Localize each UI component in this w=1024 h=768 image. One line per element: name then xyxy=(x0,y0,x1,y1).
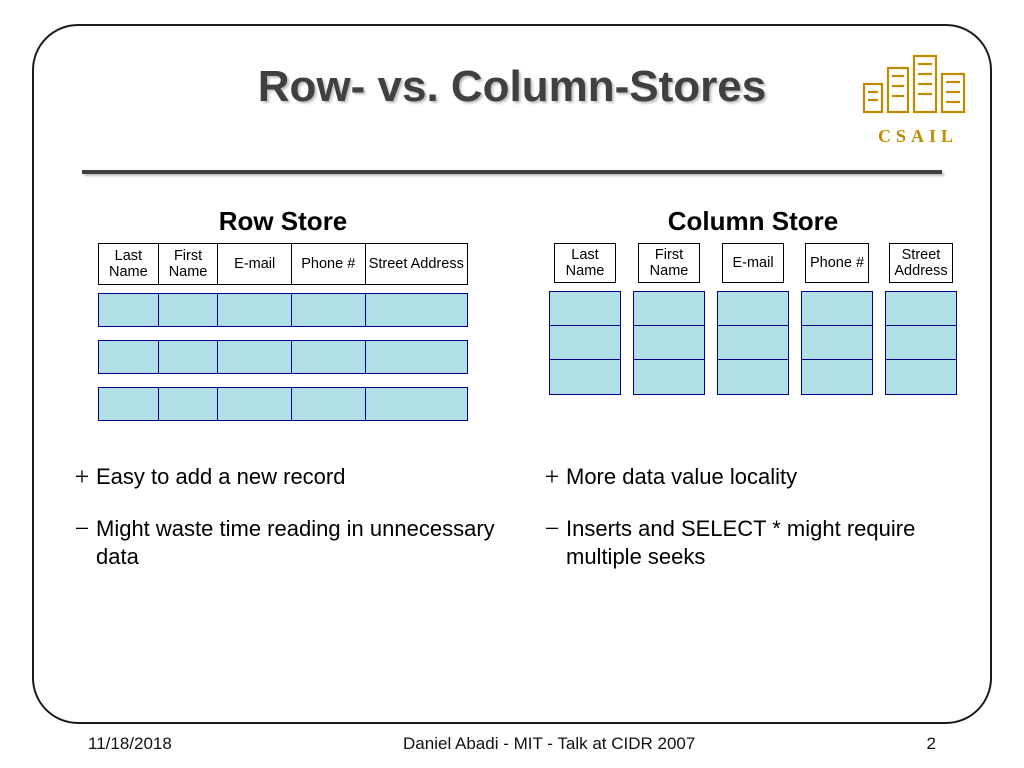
minus-icon xyxy=(68,515,96,542)
footer-page: 2 xyxy=(927,734,936,754)
row-store-cell xyxy=(366,294,467,326)
plus-icon xyxy=(68,463,96,490)
column-store-heading: Column Store xyxy=(538,206,968,237)
row-store-rows xyxy=(98,293,468,421)
row-store-cell xyxy=(218,294,292,326)
bullet-text: Inserts and SELECT * might require multi… xyxy=(566,515,968,571)
column-store-cell xyxy=(634,292,704,326)
column-store-col-header: First Name xyxy=(638,243,700,283)
column-store-col-header: E-mail xyxy=(722,243,784,283)
bullet-text: More data value locality xyxy=(566,463,797,491)
footer-date: 11/18/2018 xyxy=(88,734,172,754)
column-store-column: Phone # xyxy=(801,243,873,395)
row-store-cell xyxy=(292,388,366,420)
row-store-cell xyxy=(292,341,366,373)
column-store-blocks xyxy=(633,291,705,395)
column-store-cell xyxy=(886,360,956,394)
column-store-cell xyxy=(718,360,788,394)
bullet-item: More data value locality xyxy=(538,463,968,491)
column-store-cell xyxy=(802,292,872,326)
bullet-text: Might waste time reading in unnecessary … xyxy=(96,515,498,571)
minus-icon xyxy=(538,515,566,542)
row-store-section: Row Store Last NameFirst NameE-mailPhone… xyxy=(68,206,498,434)
column-store-col-header: Street Address xyxy=(889,243,952,283)
bullets-right: More data value locality Inserts and SELE… xyxy=(538,463,968,595)
row-store-cell xyxy=(366,388,467,420)
row-store-cell xyxy=(159,341,219,373)
column-store-cell xyxy=(550,326,620,360)
column-store-column: Street Address xyxy=(885,243,957,395)
bullet-item: Easy to add a new record xyxy=(68,463,498,491)
column-store-cell xyxy=(550,292,620,326)
column-store-cell xyxy=(886,326,956,360)
diagram-area: Row Store Last NameFirst NameE-mailPhone… xyxy=(68,206,968,434)
row-store-cell xyxy=(99,294,159,326)
footer-center: Daniel Abadi - MIT - Talk at CIDR 2007 xyxy=(172,734,927,754)
column-store-blocks xyxy=(885,291,957,395)
column-store-blocks xyxy=(801,291,873,395)
row-store-col-header: Last Name xyxy=(99,244,159,284)
column-store-column: E-mail xyxy=(717,243,789,395)
column-store-blocks xyxy=(549,291,621,395)
slide-footer: 11/18/2018 Daniel Abadi - MIT - Talk at … xyxy=(88,734,936,754)
column-store-section: Column Store Last Name First Name E-mail Ph… xyxy=(538,206,968,434)
bullets-area: Easy to add a new record Might waste time… xyxy=(68,463,968,595)
row-store-col-header: E-mail xyxy=(218,244,292,284)
row-store-cell xyxy=(99,388,159,420)
bullets-left: Easy to add a new record Might waste time… xyxy=(68,463,498,595)
column-store-column: Last Name xyxy=(549,243,621,395)
row-store-col-header: Phone # xyxy=(292,244,366,284)
row-store-cell xyxy=(292,294,366,326)
column-store-cell xyxy=(718,292,788,326)
column-store-cell xyxy=(550,360,620,394)
plus-icon xyxy=(538,463,566,490)
column-store-cell xyxy=(634,360,704,394)
row-store-cell xyxy=(218,341,292,373)
column-store-col-header: Phone # xyxy=(805,243,869,283)
column-store-cell xyxy=(718,326,788,360)
column-store-columns: Last Name First Name E-mail Phone # Street A… xyxy=(538,243,968,395)
column-store-blocks xyxy=(717,291,789,395)
slide-title: Row- vs. Column-Stores xyxy=(0,62,1024,112)
column-store-cell xyxy=(802,326,872,360)
row-store-row xyxy=(98,387,468,421)
row-store-cell xyxy=(99,341,159,373)
bullet-item: Inserts and SELECT * might require multi… xyxy=(538,515,968,571)
bullet-text: Easy to add a new record xyxy=(96,463,345,491)
row-store-cell xyxy=(218,388,292,420)
column-store-cell xyxy=(802,360,872,394)
row-store-row xyxy=(98,293,468,327)
row-store-cell xyxy=(159,294,219,326)
column-store-column: First Name xyxy=(633,243,705,395)
row-store-col-header: Street Address xyxy=(366,244,467,284)
row-store-row xyxy=(98,340,468,374)
column-store-col-header: Last Name xyxy=(554,243,616,283)
column-store-cell xyxy=(886,292,956,326)
column-store-cell xyxy=(634,326,704,360)
row-store-cell xyxy=(159,388,219,420)
bullet-item: Might waste time reading in unnecessary … xyxy=(68,515,498,571)
row-store-header: Last NameFirst NameE-mailPhone #Street A… xyxy=(98,243,468,285)
row-store-col-header: First Name xyxy=(159,244,219,284)
row-store-heading: Row Store xyxy=(68,206,498,237)
csail-logo-text: CSAIL xyxy=(858,126,978,147)
row-store-cell xyxy=(366,341,467,373)
title-underline xyxy=(82,170,942,174)
